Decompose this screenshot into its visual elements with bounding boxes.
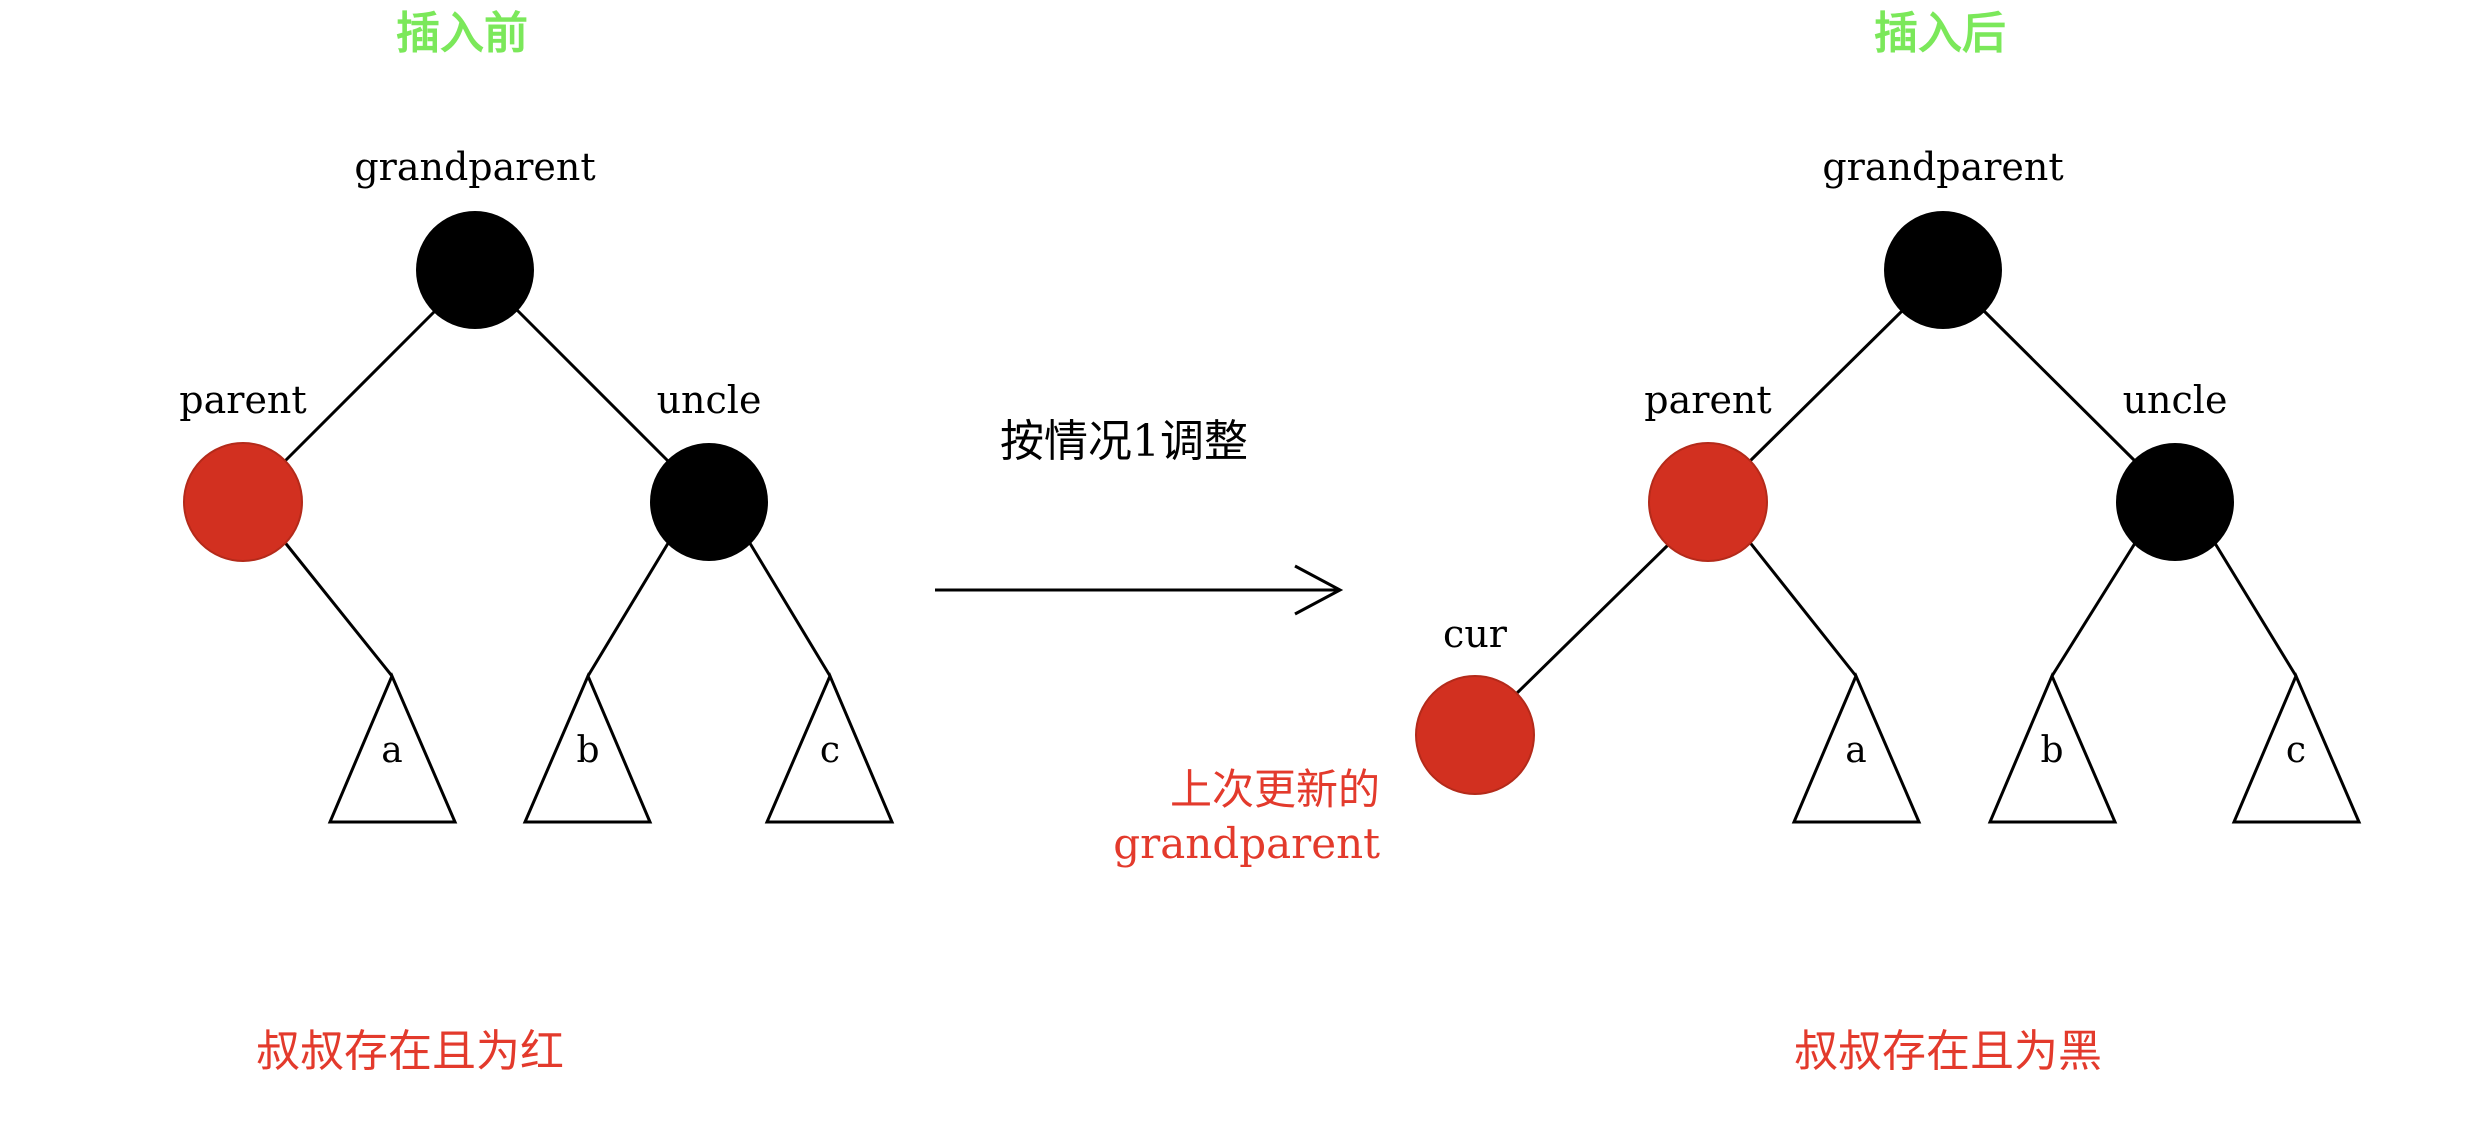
grandparent-label: grandparent xyxy=(354,145,595,189)
after-caption: 叔叔存在且为黑 xyxy=(1794,1026,2102,1077)
cur-label: cur xyxy=(1443,612,1508,656)
transition-label: 按情况1调整 xyxy=(1000,416,1248,467)
note-line1: 上次更新的 xyxy=(1170,765,1380,814)
grandparent-label: grandparent xyxy=(1822,145,2063,189)
edge-uncle-c xyxy=(2211,539,2298,677)
edge-parent-a xyxy=(1746,539,1858,677)
grandparent-node xyxy=(416,211,534,329)
subtree-c-label: c xyxy=(2286,730,2306,771)
subtree-b-label: b xyxy=(2040,730,2063,771)
cur-node xyxy=(1415,675,1535,795)
edge-grandparent-uncle xyxy=(1981,308,2139,465)
parent-node xyxy=(1648,442,1768,562)
note-line2: grandparent xyxy=(1113,819,1380,868)
grandparent-node xyxy=(1884,211,2002,329)
uncle-label: uncle xyxy=(657,378,762,422)
before-caption: 叔叔存在且为红 xyxy=(256,1026,564,1077)
edge-grandparent-uncle xyxy=(515,308,672,465)
before-tree: 插入前 grandparent parent uncle a b c 叔叔存在且… xyxy=(179,8,895,1077)
uncle-label: uncle xyxy=(2123,378,2228,422)
edge-uncle-b xyxy=(2050,539,2139,677)
subtree-b-label: b xyxy=(576,730,599,771)
rb-tree-diagram: 插入前 grandparent parent uncle a b c 叔叔存在且… xyxy=(179,8,2362,1077)
parent-label: parent xyxy=(1644,378,1771,422)
edge-parent-cur xyxy=(1513,543,1670,697)
subtree-c-label: c xyxy=(820,730,840,771)
subtree-a-label: a xyxy=(381,730,402,771)
uncle-node xyxy=(650,443,768,561)
after-tree: 插入后 grandparent parent uncle cur a b c 上… xyxy=(1113,8,2362,1077)
uncle-node xyxy=(2116,443,2234,561)
subtree-a-label: a xyxy=(1845,730,1866,771)
parent-label: parent xyxy=(179,378,306,422)
edge-uncle-c xyxy=(746,539,832,677)
transition: 按情况1调整 xyxy=(935,416,1344,616)
edge-uncle-b xyxy=(586,539,672,677)
before-title: 插入前 xyxy=(396,8,528,59)
parent-node xyxy=(183,442,303,562)
edge-parent-a xyxy=(281,539,394,677)
after-title: 插入后 xyxy=(1874,8,2006,59)
